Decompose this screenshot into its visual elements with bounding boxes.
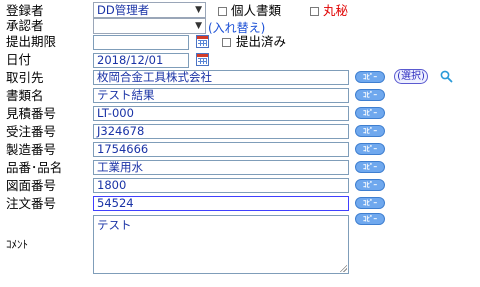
confidential-checkbox[interactable]	[310, 7, 319, 16]
copy-button-comment[interactable]: ｺﾋﾟｰ	[355, 213, 385, 225]
doc-name-input[interactable]: テスト結果	[93, 88, 349, 103]
copy-button-purchase-no[interactable]: ｺﾋﾟｰ	[355, 197, 385, 209]
due-date-input[interactable]	[93, 35, 189, 50]
calendar-icon[interactable]	[196, 35, 209, 48]
copy-button-product[interactable]: ｺﾋﾟｰ	[355, 161, 385, 173]
comment-textarea[interactable]: テスト	[93, 215, 349, 274]
label-drawing-no: 図面番号	[6, 178, 57, 193]
label-approver: 承認者	[6, 18, 44, 33]
registrant-select[interactable]: DD管理者 ▼	[93, 2, 206, 18]
dropdown-arrow-icon: ▼	[195, 21, 202, 31]
label-due-date: 提出期限	[6, 34, 57, 49]
registrant-value: DD管理者	[97, 3, 150, 17]
label-estimate-no: 見積番号	[6, 106, 57, 121]
mfg-no-input[interactable]: 1754666	[93, 142, 349, 157]
label-client: 取引先	[6, 70, 44, 85]
date-input[interactable]: 2018/12/01	[93, 53, 189, 68]
copy-button-mfg-no[interactable]: ｺﾋﾟｰ	[355, 143, 385, 155]
copy-button-drawing-no[interactable]: ｺﾋﾟｰ	[355, 179, 385, 191]
approver-select[interactable]: ▼	[93, 18, 206, 34]
label-mfg-no: 製造番号	[6, 142, 57, 157]
personal-doc-checkbox[interactable]	[218, 7, 227, 16]
resize-grip-icon[interactable]	[339, 264, 347, 272]
submitted-checkbox[interactable]	[222, 38, 231, 47]
select-button-label: 選択	[401, 71, 421, 82]
copy-button-estimate-no[interactable]: ｺﾋﾟｰ	[355, 107, 385, 119]
personal-doc-label: 個人書類	[231, 3, 282, 18]
confidential-label: 丸秘	[323, 3, 349, 18]
search-icon[interactable]	[440, 70, 453, 83]
copy-button-client[interactable]: ｺﾋﾟｰ	[355, 71, 385, 83]
label-product: 品番･品名	[6, 160, 63, 175]
copy-button-order-no[interactable]: ｺﾋﾟｰ	[355, 125, 385, 137]
label-date: 日付	[6, 52, 32, 67]
label-registrant: 登録者	[6, 3, 44, 18]
label-purchase-no: 注文番号	[6, 196, 57, 211]
drawing-no-input[interactable]: 1800	[93, 178, 349, 193]
comment-text: テスト	[97, 218, 132, 232]
dropdown-arrow-icon: ▼	[195, 5, 202, 15]
order-no-input[interactable]: J324678	[93, 124, 349, 139]
label-doc-name: 書類名	[6, 88, 44, 103]
label-order-no: 受注番号	[6, 124, 57, 139]
product-input[interactable]: 工業用水	[93, 160, 349, 175]
purchase-no-input[interactable]: 54524	[93, 196, 349, 211]
label-comment: ｺﾒﾝﾄ	[6, 238, 28, 251]
submitted-label: 提出済み	[236, 34, 287, 49]
estimate-no-input[interactable]: LT-000	[93, 106, 349, 121]
copy-button-doc-name[interactable]: ｺﾋﾟｰ	[355, 89, 385, 101]
client-input[interactable]: 枚岡合金工具株式会社	[93, 70, 349, 85]
client-select-button[interactable]: (選択)	[394, 69, 428, 84]
calendar-icon[interactable]	[196, 53, 209, 66]
